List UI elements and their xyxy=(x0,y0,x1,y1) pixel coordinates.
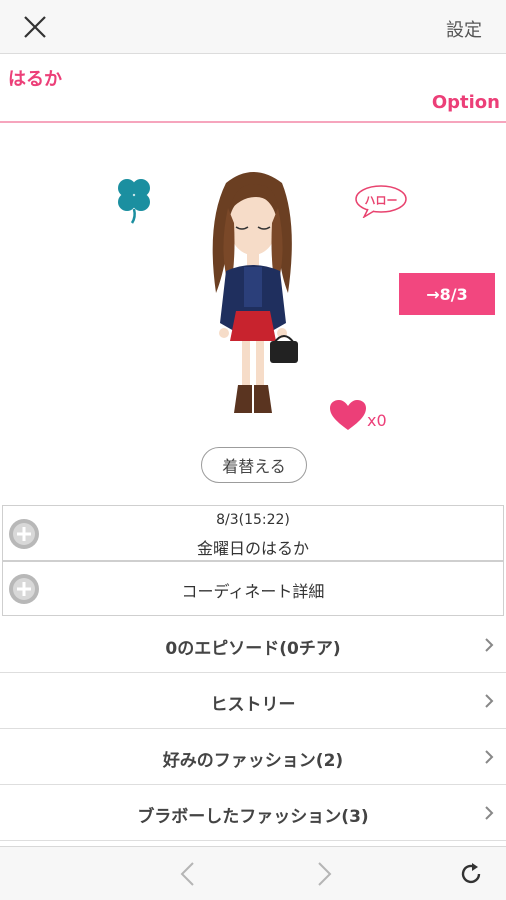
settings-button[interactable]: 設定 xyxy=(446,16,482,42)
heart-icon[interactable] xyxy=(330,400,366,432)
speech-bubble-text: ハロー xyxy=(364,194,398,207)
chevron-right-icon xyxy=(485,750,494,764)
diary-timestamp: 8/3(15:22) xyxy=(216,512,290,528)
chevron-right-icon xyxy=(485,694,494,708)
back-arrow-icon[interactable] xyxy=(178,861,198,887)
close-icon[interactable] xyxy=(22,14,48,40)
avatar-figure[interactable] xyxy=(196,163,310,423)
diary-title: 金曜日のはるか xyxy=(196,539,309,558)
menu-item-label: ヒストリー xyxy=(210,695,296,715)
coordinate-details-label: コーディネート詳細 xyxy=(181,582,325,601)
coordinate-details-row[interactable]: コーディネート詳細 xyxy=(2,561,504,616)
profile-header: はるか Option xyxy=(0,55,506,123)
chevron-right-icon xyxy=(485,638,494,652)
menu-item-bravo-fashion[interactable]: ブラボーしたファッション(3) xyxy=(0,785,506,841)
menu-item-favorite-fashion[interactable]: 好みのファッション(2) xyxy=(0,729,506,785)
menu-item-episodes[interactable]: 0のエピソード(0チア) xyxy=(0,617,506,673)
menu-item-history[interactable]: ヒストリー xyxy=(0,673,506,729)
menu-item-label: 0のエピソード(0チア) xyxy=(165,639,341,659)
clover-icon[interactable] xyxy=(112,175,156,225)
option-button[interactable]: Option xyxy=(432,92,500,113)
chevron-right-icon xyxy=(485,806,494,820)
reload-icon[interactable] xyxy=(458,861,484,887)
date-button[interactable]: →8/3 xyxy=(399,273,495,315)
bottom-toolbar xyxy=(0,846,506,900)
menu-item-label: ブラボーしたファッション(3) xyxy=(137,807,369,827)
top-bar: 設定 xyxy=(0,0,506,54)
menu-item-label: 好みのファッション(2) xyxy=(162,751,344,771)
heart-count: x0 xyxy=(367,411,387,430)
forward-arrow-icon[interactable] xyxy=(314,861,334,887)
profile-name: はるか xyxy=(8,69,62,90)
dress-up-button[interactable]: 着替える xyxy=(201,447,307,483)
diary-entry-row[interactable]: 8/3(15:22) 金曜日のはるか xyxy=(2,505,504,561)
